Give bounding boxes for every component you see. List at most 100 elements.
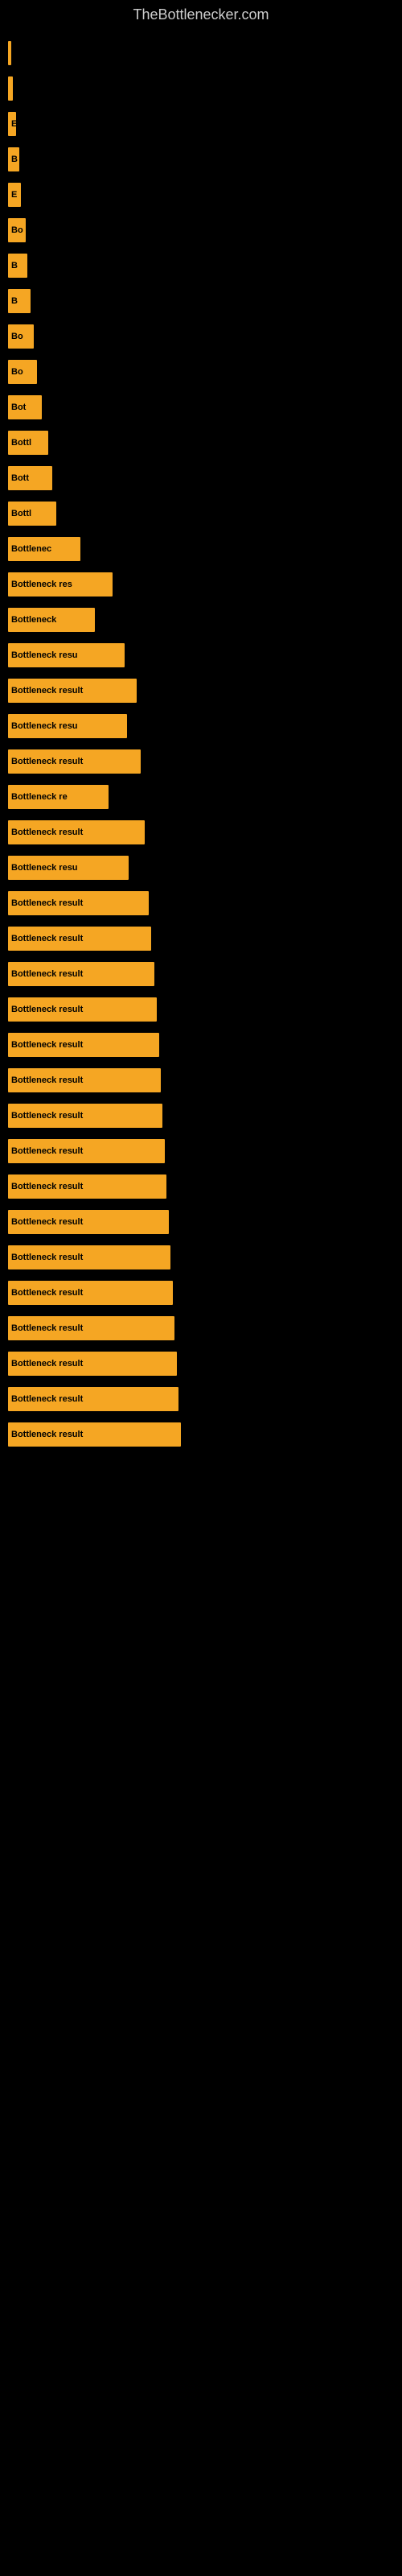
bar: Bottleneck re (8, 785, 109, 809)
bar-label: Bottleneck result (11, 1040, 83, 1050)
bar: Bo (8, 360, 37, 384)
bar: E (8, 112, 16, 136)
bar-label: Bo (11, 332, 23, 341)
bar: Bottleneck (8, 608, 95, 632)
bar: Bottleneck result (8, 749, 141, 774)
bar: Bottl (8, 502, 56, 526)
bar (8, 41, 11, 65)
bar-label: Bottleneck result (11, 1359, 83, 1368)
bar-row: Bottleneck result (8, 1030, 402, 1060)
bar-row: Bottleneck result (8, 675, 402, 706)
bars-container: E B E Bo B B Bo Bo Bot Bottl Bott Bottl Bottlenec Bot… (0, 30, 402, 1463)
bar-label: Bottleneck result (11, 1323, 83, 1333)
bar-label: Bottleneck res (11, 580, 72, 589)
bar-row: Bottleneck result (8, 1313, 402, 1344)
bar: B (8, 147, 19, 171)
bar-row: Bottleneck re (8, 782, 402, 812)
bar: Bottleneck result (8, 1245, 170, 1269)
bar-row: Bottleneck result (8, 1419, 402, 1450)
bar-row: Bottleneck result (8, 1242, 402, 1273)
bar-row: Bottleneck res (8, 569, 402, 600)
bar: Bottleneck resu (8, 856, 129, 880)
bar-label: Bottleneck result (11, 1288, 83, 1298)
bar-row: Bottleneck result (8, 994, 402, 1025)
bar-row: Bottleneck result (8, 1065, 402, 1096)
bar-row: Bottleneck result (8, 817, 402, 848)
bar: Bottleneck result (8, 1316, 174, 1340)
bar-label: Bottleneck result (11, 686, 83, 696)
bar: Bottleneck result (8, 927, 151, 951)
bar: Bottleneck res (8, 572, 113, 597)
bar-row: Bottleneck result (8, 959, 402, 989)
bar: Bo (8, 324, 34, 349)
bar-row: Bottleneck result (8, 1136, 402, 1166)
bar-row: Bottleneck result (8, 923, 402, 954)
bar: Bottleneck result (8, 1174, 166, 1199)
bar-row: Bott (8, 463, 402, 493)
bar-label: Bottleneck resu (11, 650, 78, 660)
bar: Bottleneck result (8, 679, 137, 703)
bar-row: E (8, 180, 402, 210)
bar-row (8, 38, 402, 68)
bar: Bottleneck result (8, 820, 145, 844)
bar-row: E (8, 109, 402, 139)
bar: Bo (8, 218, 26, 242)
bar-label: E (11, 190, 17, 200)
bar-row: Bottleneck resu (8, 640, 402, 671)
bar-row: Bottleneck result (8, 1348, 402, 1379)
bar-label: Bottlenec (11, 544, 51, 554)
bar: Bottleneck result (8, 1422, 181, 1447)
bar-row: Bottleneck (8, 605, 402, 635)
bar: Bottleneck result (8, 1104, 162, 1128)
bar-row: Bottleneck resu (8, 852, 402, 883)
bar: Bottleneck resu (8, 714, 127, 738)
bar-row: Bottleneck result (8, 1384, 402, 1414)
bar-label: Bottleneck result (11, 1394, 83, 1404)
bar-label: Bo (11, 367, 23, 377)
bar-row: Bottleneck result (8, 888, 402, 919)
bar-row: Bottleneck result (8, 1278, 402, 1308)
bar: Bot (8, 395, 42, 419)
bar-label: Bottl (11, 438, 31, 448)
bar: Bottleneck result (8, 1281, 173, 1305)
bar-row: B (8, 144, 402, 175)
bar-row: Bot (8, 392, 402, 423)
bar: B (8, 254, 27, 278)
bar: Bottleneck result (8, 891, 149, 915)
bar-label: Bottleneck result (11, 828, 83, 837)
bar-label: Bottleneck result (11, 969, 83, 979)
bar-row: Bo (8, 357, 402, 387)
bar-row: Bottleneck result (8, 1100, 402, 1131)
bar-row: Bo (8, 215, 402, 246)
bar: B (8, 289, 31, 313)
bar-label: Bott (11, 473, 29, 483)
bar: Bottleneck result (8, 1352, 177, 1376)
bar: E (8, 183, 21, 207)
bar-label: Bottleneck result (11, 1075, 83, 1085)
bar-row: Bottl (8, 427, 402, 458)
bar-label: Bottleneck result (11, 1111, 83, 1121)
bar-row (8, 73, 402, 104)
site-title-container: TheBottlenecker.com (0, 0, 402, 30)
bar (8, 76, 13, 101)
bar-label: E (11, 119, 16, 129)
bar: Bottleneck result (8, 1210, 169, 1234)
bar: Bottleneck result (8, 962, 154, 986)
bar-label: Bo (11, 225, 23, 235)
bar: Bottleneck result (8, 997, 157, 1022)
bar-label: Bottleneck re (11, 792, 68, 802)
bar-label: Bot (11, 402, 26, 412)
bar: Bottleneck resu (8, 643, 125, 667)
bar: Bottleneck result (8, 1139, 165, 1163)
bar-label: Bottleneck (11, 615, 56, 625)
bar-label: Bottl (11, 509, 31, 518)
bar-label: B (11, 296, 18, 306)
bar-label: B (11, 155, 18, 164)
site-title: TheBottlenecker.com (0, 0, 402, 30)
bar-row: Bottleneck result (8, 746, 402, 777)
bar-label: Bottleneck result (11, 1253, 83, 1262)
bar: Bottleneck result (8, 1068, 161, 1092)
bar-row: Bottleneck result (8, 1207, 402, 1237)
bar-label: Bottleneck resu (11, 721, 78, 731)
bar-label: Bottleneck result (11, 898, 83, 908)
